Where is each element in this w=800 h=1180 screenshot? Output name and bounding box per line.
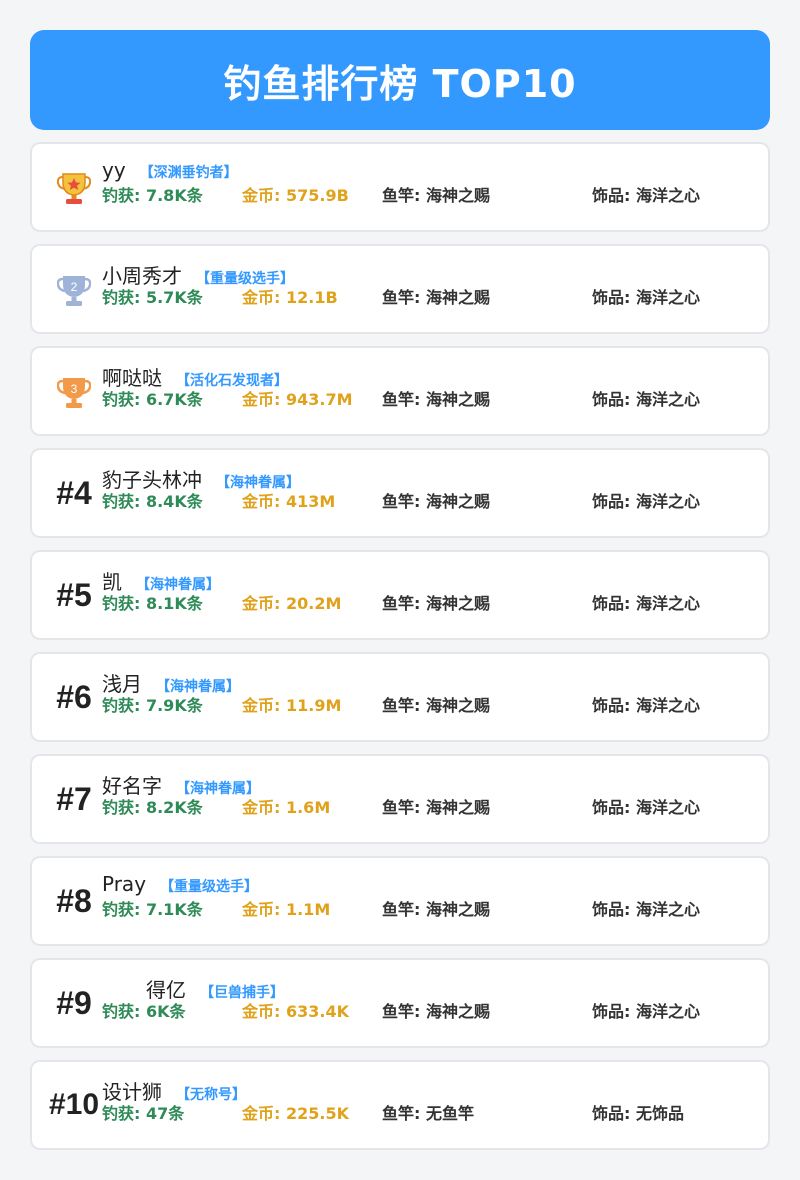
leaderboard-row: #7 好名字 【海神眷属】 钓获: 8.2K条 金币: 1.6M 鱼竿: 海神之…	[30, 754, 770, 844]
silver-trophy-icon: 2	[44, 246, 104, 332]
accessory: 饰品: 海洋之心	[592, 186, 700, 205]
catch-count: 钓获: 8.1K条	[102, 594, 203, 613]
rank-number: #8	[56, 882, 92, 919]
rank-number: #9	[56, 984, 92, 1021]
player-title-badge: 【无称号】	[176, 1087, 246, 1103]
trophy-rank-number: 2	[71, 280, 78, 294]
catch-count: 钓获: 47条	[102, 1104, 185, 1123]
leaderboard-row: yy 【深渊垂钓者】 钓获: 7.8K条 金币: 575.9B 鱼竿: 海神之赐…	[30, 142, 770, 232]
catch-count: 钓获: 7.1K条	[102, 900, 203, 919]
leaderboard-row: #10 设计狮 【无称号】 钓获: 47条 金币: 225.5K 鱼竿: 无鱼竿…	[30, 1060, 770, 1150]
rank-number: #7	[56, 780, 92, 817]
gold-amount: 金币: 1.1M	[242, 900, 331, 919]
gold-amount: 金币: 20.2M	[242, 594, 342, 613]
accessory: 饰品: 海洋之心	[592, 900, 700, 919]
fishing-rod: 鱼竿: 海神之赐	[382, 288, 490, 307]
leaderboard-row: #5 凯 【海神眷属】 钓获: 8.1K条 金币: 20.2M 鱼竿: 海神之赐…	[30, 550, 770, 640]
rank-number: #5	[56, 576, 92, 613]
player-title-badge: 【重量级选手】	[160, 879, 259, 895]
fishing-rod: 鱼竿: 无鱼竿	[382, 1104, 474, 1123]
leaderboard-list: yy 【深渊垂钓者】 钓获: 7.8K条 金币: 575.9B 鱼竿: 海神之赐…	[30, 142, 770, 1162]
accessory: 饰品: 海洋之心	[592, 492, 700, 511]
page-title: 钓鱼排行榜 TOP10	[223, 61, 577, 106]
gold-amount: 金币: 1.6M	[242, 798, 331, 817]
fishing-rod: 鱼竿: 海神之赐	[382, 186, 490, 205]
catch-count: 钓获: 6.7K条	[102, 390, 203, 409]
bronze-trophy-icon: 3	[44, 348, 104, 434]
gold-amount: 金币: 943.7M	[242, 390, 353, 409]
leaderboard-row: 2 小周秀才 【重量级选手】 钓获: 5.7K条 金币: 12.1B 鱼竿: 海…	[30, 244, 770, 334]
fishing-rod: 鱼竿: 海神之赐	[382, 492, 490, 511]
accessory: 饰品: 海洋之心	[592, 798, 700, 817]
accessory: 饰品: 海洋之心	[592, 288, 700, 307]
rank-number: #4	[56, 474, 92, 511]
accessory: 饰品: 无饰品	[592, 1104, 684, 1123]
fishing-rod: 鱼竿: 海神之赐	[382, 696, 490, 715]
gold-amount: 金币: 11.9M	[242, 696, 342, 715]
gold-amount: 金币: 633.4K	[242, 1002, 349, 1021]
catch-count: 钓获: 5.7K条	[102, 288, 203, 307]
gold-amount: 金币: 575.9B	[242, 186, 349, 205]
leaderboard-row: #6 浅月 【海神眷属】 钓获: 7.9K条 金币: 11.9M 鱼竿: 海神之…	[30, 652, 770, 742]
trophy-rank-number: 3	[71, 382, 78, 396]
catch-count: 钓获: 8.2K条	[102, 798, 203, 817]
accessory: 饰品: 海洋之心	[592, 594, 700, 613]
leaderboard-row: 3 啊哒哒 【活化石发现者】 钓获: 6.7K条 金币: 943.7M 鱼竿: …	[30, 346, 770, 436]
rank-number: #10	[48, 1088, 100, 1121]
gold-trophy-icon	[44, 144, 104, 230]
player-name: yy	[102, 158, 126, 182]
player-name: Pray	[102, 872, 147, 896]
leaderboard-banner: 钓鱼排行榜 TOP10	[30, 30, 770, 130]
leaderboard-row: #4 豹子头林冲 【海神眷属】 钓获: 8.4K条 金币: 413M 鱼竿: 海…	[30, 448, 770, 538]
fishing-rod: 鱼竿: 海神之赐	[382, 798, 490, 817]
fishing-rod: 鱼竿: 海神之赐	[382, 1002, 490, 1021]
catch-count: 钓获: 7.9K条	[102, 696, 203, 715]
rank-number: #6	[56, 678, 92, 715]
fishing-rod: 鱼竿: 海神之赐	[382, 390, 490, 409]
accessory: 饰品: 海洋之心	[592, 1002, 700, 1021]
catch-count: 钓获: 8.4K条	[102, 492, 203, 511]
gold-amount: 金币: 225.5K	[242, 1104, 349, 1123]
gold-amount: 金币: 413M	[242, 492, 336, 511]
leaderboard-row: #8 Pray 【重量级选手】 钓获: 7.1K条 金币: 1.1M 鱼竿: 海…	[30, 856, 770, 946]
player-title-badge: 【深渊垂钓者】	[139, 165, 238, 181]
catch-count: 钓获: 6K条	[102, 1002, 186, 1021]
fishing-rod: 鱼竿: 海神之赐	[382, 900, 490, 919]
leaderboard-row: #9 得亿 【巨兽捕手】 钓获: 6K条 金币: 633.4K 鱼竿: 海神之赐…	[30, 958, 770, 1048]
accessory: 饰品: 海洋之心	[592, 390, 700, 409]
gold-amount: 金币: 12.1B	[242, 288, 338, 307]
fishing-rod: 鱼竿: 海神之赐	[382, 594, 490, 613]
catch-count: 钓获: 7.8K条	[102, 186, 203, 205]
accessory: 饰品: 海洋之心	[592, 696, 700, 715]
